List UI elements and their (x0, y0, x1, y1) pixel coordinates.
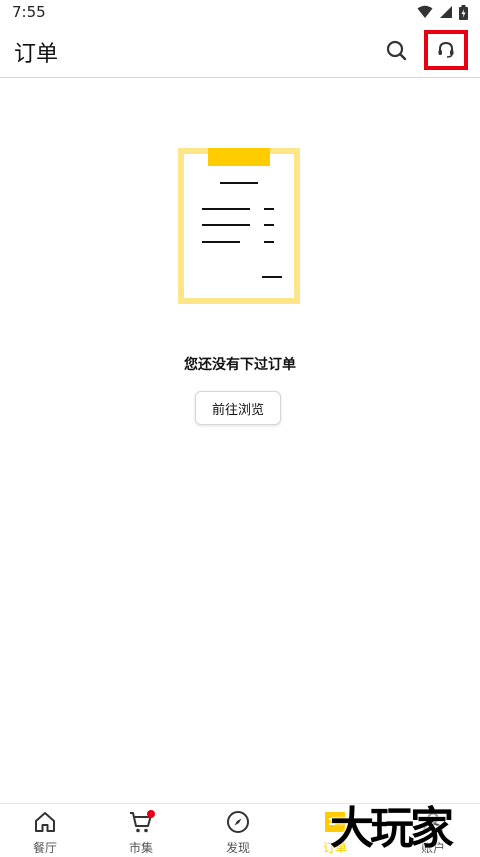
wifi-icon (417, 5, 433, 18)
empty-state-message: 您还没有下过订单 (184, 357, 296, 373)
browse-button[interactable]: 前往浏览 (195, 391, 281, 425)
nav-item-restaurant[interactable]: 餐厅 (13, 808, 77, 856)
clipboard-icon (178, 148, 300, 304)
status-bar: 7:55 (0, 0, 480, 24)
battery-icon (459, 4, 468, 20)
nav-item-discover[interactable]: 发现 (206, 808, 270, 856)
headset-icon (438, 41, 454, 58)
search-button[interactable] (384, 38, 410, 64)
watermark-logo: 大玩家 (330, 803, 454, 854)
nav-item-market[interactable]: 市集 (109, 808, 173, 856)
search-icon (386, 40, 407, 61)
signal-icon (440, 6, 452, 18)
home-icon (35, 812, 55, 832)
nav-label-market: 市集 (128, 841, 153, 855)
customer-support-button[interactable] (424, 30, 468, 70)
page-title: 订单 (14, 42, 59, 67)
app-bar: 订单 (0, 24, 480, 78)
status-icons (417, 4, 468, 20)
nav-label-restaurant: 餐厅 (32, 841, 57, 855)
compass-icon (227, 811, 249, 833)
nav-label-discover: 发现 (225, 841, 250, 855)
status-time: 7:55 (12, 3, 46, 21)
cart-badge-dot (147, 810, 155, 818)
